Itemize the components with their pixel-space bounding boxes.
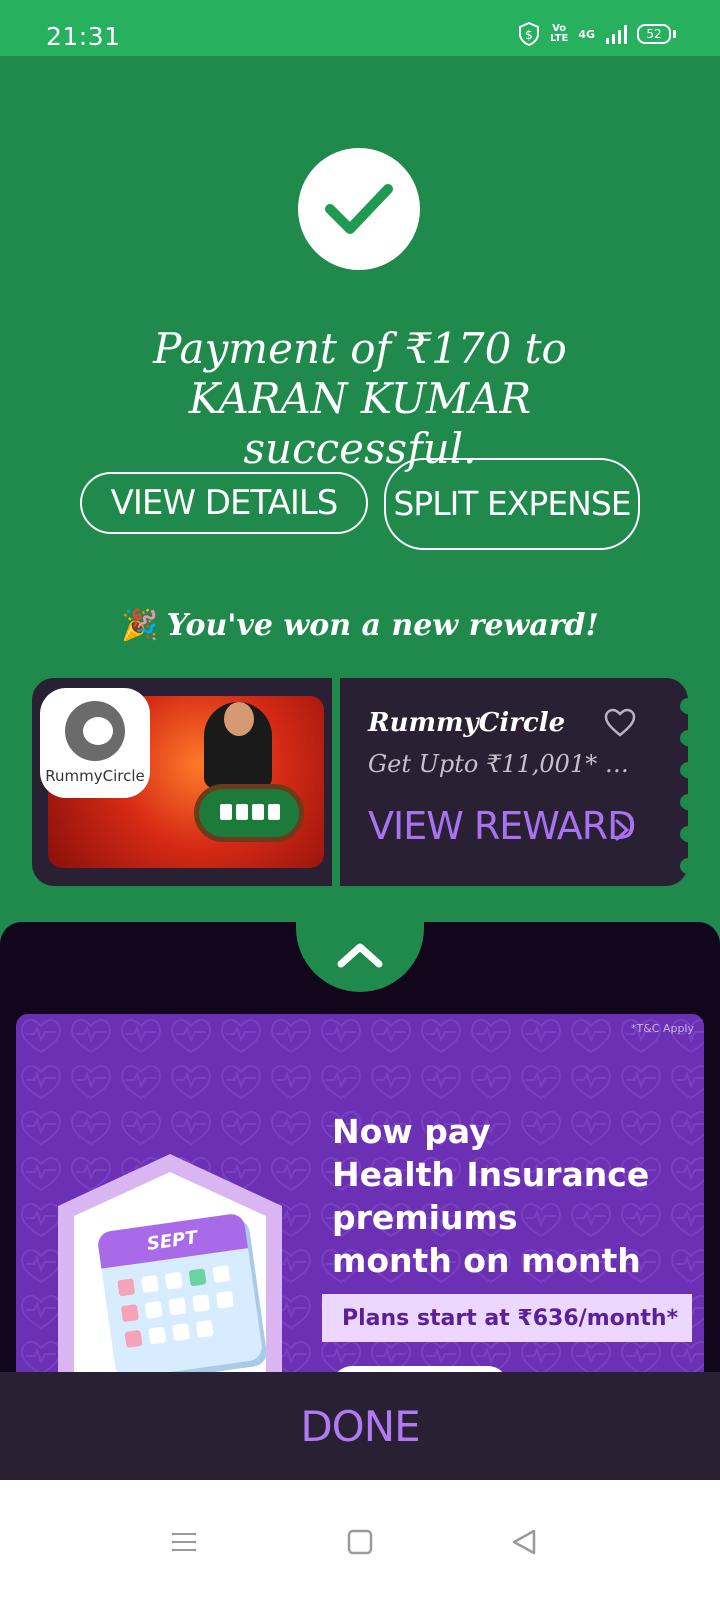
back-triangle-glyph xyxy=(512,1529,536,1555)
banner-card-table xyxy=(194,784,304,842)
ticket-notch xyxy=(680,730,688,746)
calendar-cell xyxy=(124,1329,143,1348)
banner-card xyxy=(236,804,248,820)
success-badge xyxy=(298,148,420,270)
plans-price-chip: Plans start at ₹636/month* xyxy=(322,1294,692,1342)
promo-headline-line: month on month xyxy=(332,1241,641,1280)
ticket-notch xyxy=(680,858,688,874)
split-expense-button[interactable]: SPLIT EXPENSE xyxy=(384,458,640,550)
brand-logo-text: RummyCircle xyxy=(45,767,145,785)
calendar-cell xyxy=(192,1294,211,1313)
volte-indicator: Vo LTE xyxy=(550,24,568,44)
ticket-dashed-line xyxy=(336,704,338,864)
promo-headline-line: Health Insurance xyxy=(332,1155,650,1194)
reward-brand-name: RummyCircle xyxy=(368,708,566,738)
done-button[interactable]: DONE xyxy=(0,1372,720,1480)
calendar-cell xyxy=(188,1268,207,1287)
system-navigation-bar xyxy=(0,1480,720,1600)
banner-card xyxy=(252,804,264,820)
menu-icon[interactable] xyxy=(166,1524,202,1560)
back-triangle-icon[interactable] xyxy=(506,1524,542,1560)
calendar-cell xyxy=(172,1323,191,1342)
promo-headline: Now pay Health Insurance premiums month … xyxy=(332,1110,692,1282)
heart-outline-icon[interactable] xyxy=(604,708,636,738)
payment-title: Payment of ₹170 to KARAN KUMAR successfu… xyxy=(153,324,567,473)
menu-icon-glyph xyxy=(172,1533,196,1551)
view-reward-button[interactable]: VIEW REWARD xyxy=(368,804,636,848)
network-type: 4G xyxy=(578,27,595,41)
calendar-cell xyxy=(117,1278,136,1297)
calendar-cell xyxy=(141,1275,160,1294)
banner-card xyxy=(220,804,232,820)
chevron-right-icon[interactable] xyxy=(614,818,630,842)
home-square-icon[interactable] xyxy=(342,1524,378,1560)
health-insurance-promo[interactable]: *T&C Apply Now pay Health Insurance prem… xyxy=(16,1014,704,1434)
party-popper-icon: 🎉 xyxy=(121,608,159,643)
split-expense-label: SPLIT EXPENSE xyxy=(393,484,631,523)
payment-success-screen: Payment of ₹170 to KARAN KUMAR successfu… xyxy=(0,56,720,1482)
calendar-cell xyxy=(195,1319,214,1338)
calendar-cell xyxy=(215,1290,234,1309)
promo-headline-line: premiums xyxy=(332,1198,518,1237)
reward-banner-area: RummyCircle xyxy=(32,678,342,886)
calendar-cell xyxy=(212,1264,231,1284)
ticket-notch xyxy=(680,698,688,714)
calendar-cell xyxy=(144,1300,163,1319)
calendar-icon: SEPT xyxy=(96,1212,264,1380)
calendar-cell xyxy=(148,1326,167,1345)
reward-headline-text: You've won a new reward! xyxy=(166,608,599,643)
battery-level: 52 xyxy=(646,27,662,41)
terms-apply-note: *T&C Apply xyxy=(630,1022,694,1035)
view-details-button[interactable]: VIEW DETAILS xyxy=(80,472,368,534)
promo-headline-line: Now pay xyxy=(332,1112,491,1151)
reward-details: RummyCircle Get Upto ₹11,001* W... VIEW … xyxy=(368,678,668,886)
chevron-up-icon xyxy=(337,943,383,968)
volte-line2: LTE xyxy=(549,33,569,44)
ticket-notch xyxy=(680,762,688,778)
brand-logo: RummyCircle xyxy=(40,688,150,798)
home-square-glyph xyxy=(347,1529,373,1555)
status-bar: 21:31 $ Vo LTE 4G 52 xyxy=(0,0,720,56)
check-icon xyxy=(325,184,393,234)
battery-tip xyxy=(673,30,676,38)
brand-logo-mark xyxy=(65,701,125,761)
ticket-notch xyxy=(680,826,688,842)
battery-icon: 52 xyxy=(637,24,671,44)
reward-card[interactable]: RummyCircle RummyCircle Get Upto ₹11,001… xyxy=(32,678,688,886)
calendar-cell xyxy=(164,1271,183,1290)
shield-dollar-icon: $ xyxy=(518,22,539,46)
reward-headline: 🎉 You've won a new reward! xyxy=(0,608,720,643)
signal-icon xyxy=(606,25,627,44)
calendar-cell xyxy=(120,1304,139,1323)
status-time: 21:31 xyxy=(46,22,121,51)
calendar-cell xyxy=(168,1297,187,1316)
status-icons: $ Vo LTE 4G 52 xyxy=(518,22,676,46)
banner-person-face xyxy=(224,702,254,736)
banner-card xyxy=(268,804,280,820)
reward-offer-text: Get Upto ₹11,001* W... xyxy=(368,750,644,778)
svg-text:$: $ xyxy=(525,28,533,42)
ticket-notch xyxy=(680,794,688,810)
